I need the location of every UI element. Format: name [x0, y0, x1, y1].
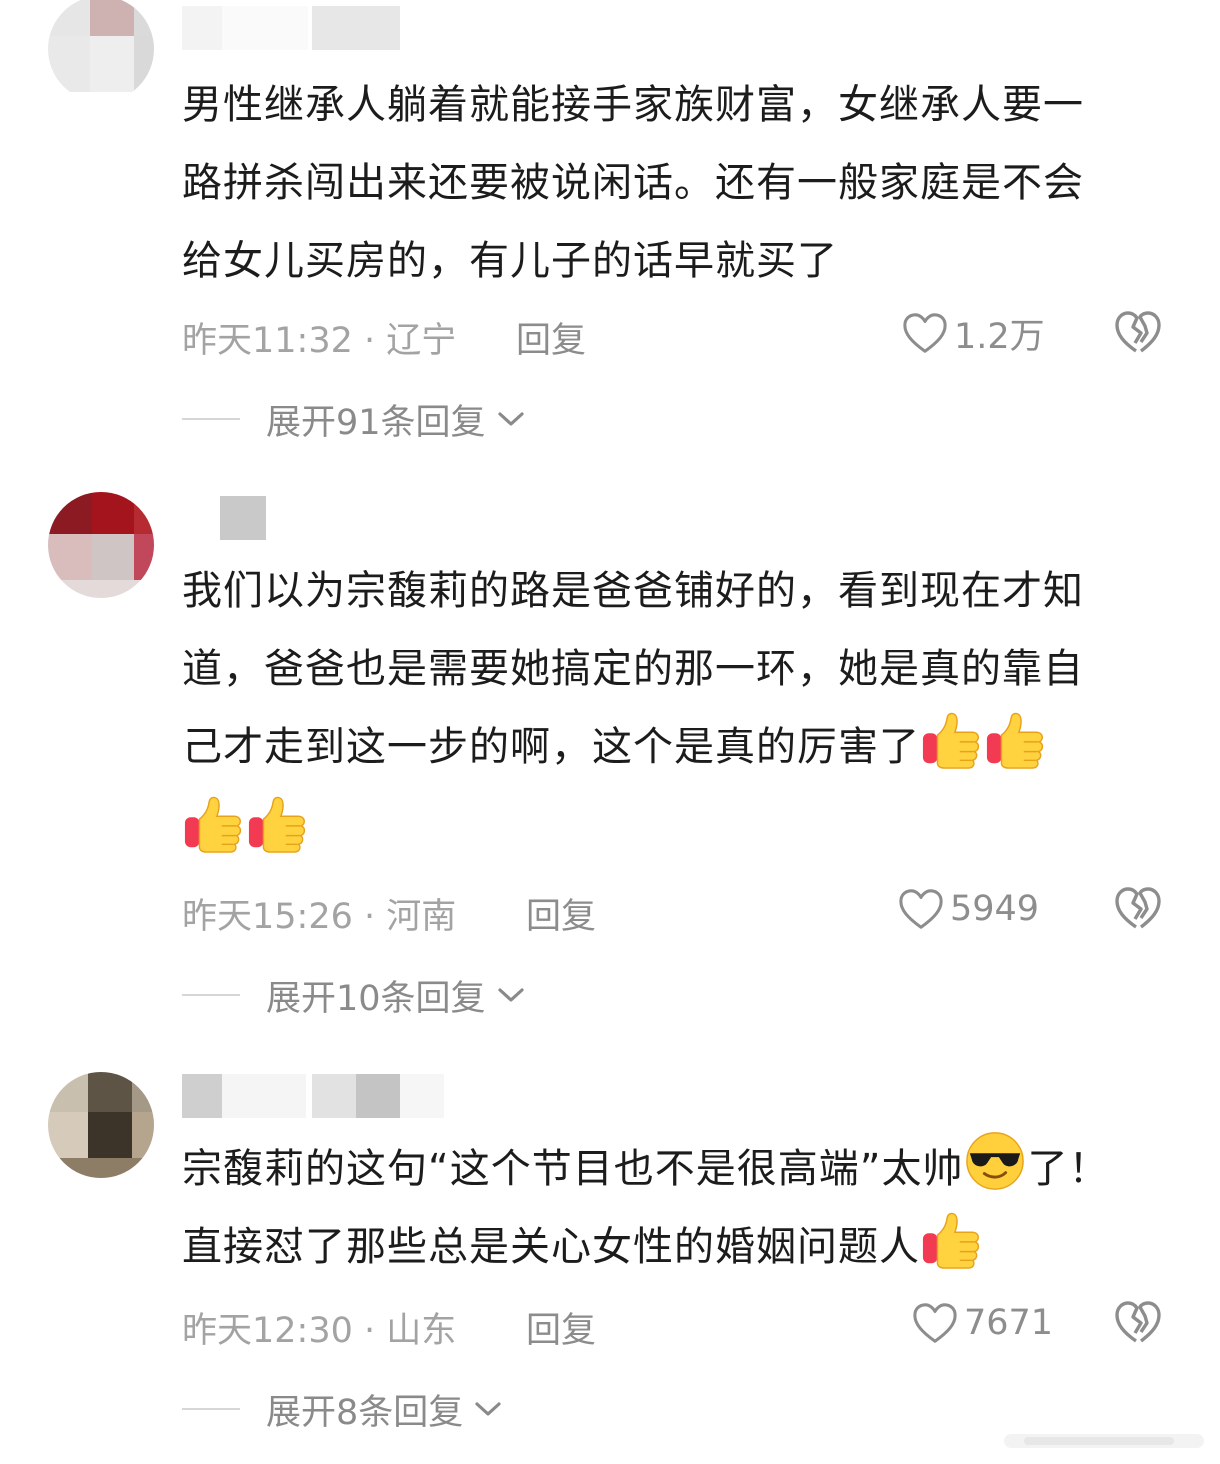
thumbs-up-icon — [921, 1208, 983, 1270]
like-button[interactable]: 7671 — [912, 1298, 1053, 1348]
chevron-down-icon — [475, 1402, 501, 1416]
comment-text: 宗馥莉的这句“这个节目也不是很高端”太帅 了！ 直接怼了那些总是关心女性的婚姻问题… — [182, 1130, 1182, 1286]
comment-time-location: 昨天11:32 · 辽宁 — [182, 321, 457, 361]
comment-meta: 昨天15:26 · 河南 回复 5949 — [182, 884, 1172, 937]
thumbs-up-icon — [247, 792, 309, 854]
dislike-icon[interactable] — [1114, 885, 1162, 931]
comment-meta: 昨天12:30 · 山东 回复 7671 — [182, 1298, 1172, 1351]
watermark-logo — [1004, 1434, 1204, 1448]
avatar[interactable] — [48, 492, 154, 598]
expand-replies-button[interactable]: 展开91条回复 — [182, 394, 526, 444]
comment-meta: 昨天11:32 · 辽宁 回复 1.2万 — [182, 308, 1172, 361]
expand-replies-button[interactable]: 展开8条回复 — [182, 1384, 503, 1434]
like-count: 7671 — [964, 1303, 1054, 1343]
expand-replies-label: 展开8条回复 — [266, 1392, 464, 1433]
divider — [182, 418, 240, 420]
like-count: 1.2万 — [954, 316, 1045, 357]
chevron-down-icon — [497, 412, 524, 426]
heart-icon — [912, 1301, 958, 1345]
reply-button[interactable]: 回复 — [526, 1302, 596, 1353]
comment-time-location: 昨天15:26 · 河南 — [182, 897, 457, 937]
comment-text: 我们以为宗馥莉的路是爸爸铺好的，看到现在才知 道，爸爸也是需要她搞定的那一环，她… — [182, 552, 1182, 882]
divider — [182, 1408, 240, 1410]
thumbs-up-icon — [921, 708, 983, 770]
sunglasses-face-icon — [964, 1130, 1026, 1192]
reply-button[interactable]: 回复 — [526, 888, 596, 939]
thumbs-up-icon — [985, 708, 1047, 770]
dislike-icon[interactable] — [1114, 1299, 1162, 1345]
divider — [182, 994, 240, 996]
like-button[interactable]: 5949 — [898, 884, 1039, 934]
thumbs-up-icon — [183, 792, 245, 854]
like-button[interactable]: 1.2万 — [902, 308, 1045, 358]
dislike-icon[interactable] — [1114, 309, 1162, 355]
avatar[interactable] — [48, 1072, 154, 1178]
expand-replies-button[interactable]: 展开10条回复 — [182, 970, 526, 1020]
expand-replies-label: 展开10条回复 — [266, 978, 486, 1019]
comment-time-location: 昨天12:30 · 山东 — [182, 1311, 457, 1351]
reply-button[interactable]: 回复 — [516, 312, 586, 363]
heart-icon — [902, 311, 948, 355]
comment-text: 男性继承人躺着就能接手家族财富，女继承人要一 路拼杀闯出来还要被说闲话。还有一般… — [182, 82, 1084, 284]
avatar[interactable] — [48, 0, 154, 102]
heart-icon — [898, 887, 944, 931]
chevron-down-icon — [497, 988, 524, 1002]
expand-replies-label: 展开91条回复 — [266, 402, 486, 443]
like-count: 5949 — [950, 889, 1040, 929]
